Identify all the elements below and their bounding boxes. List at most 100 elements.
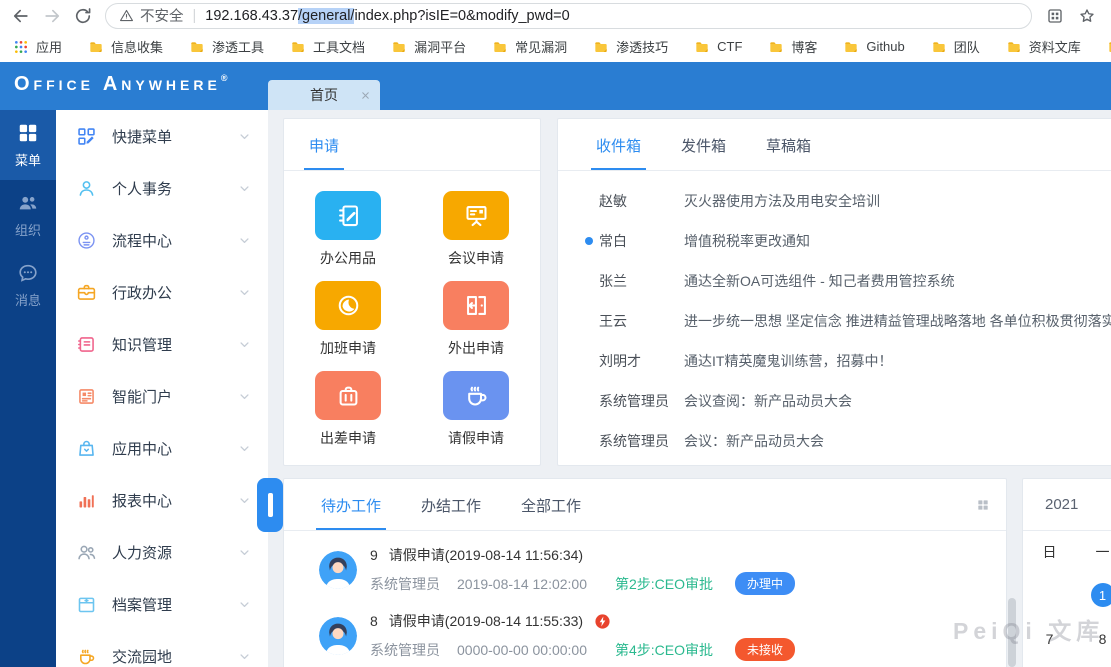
tab-home[interactable]: 首页 bbox=[268, 80, 380, 110]
bookmark-item[interactable]: 渗透工具 bbox=[189, 37, 264, 56]
sidebar-item[interactable]: 应用中心 bbox=[56, 422, 268, 474]
work-item-time: 0000-00-00 00:00:00 bbox=[457, 642, 587, 658]
bookmark-item[interactable]: 团队 bbox=[931, 37, 980, 56]
app-tile-label: 办公用品 bbox=[320, 248, 376, 268]
rail-item-label: 消息 bbox=[15, 290, 41, 309]
work-panel: 待办工作 办结工作 全部工作 9 请假申请(2019-08-14 11:56:34)… bbox=[283, 478, 1007, 667]
sidebar-item-label: 人力资源 bbox=[112, 542, 237, 563]
url-host: 192.168.43.37 bbox=[205, 8, 298, 24]
bookmark-item[interactable]: 网站 bbox=[1107, 37, 1111, 56]
bookmark-item[interactable]: 信息收集 bbox=[88, 37, 163, 56]
mail-list-item[interactable]: 系统管理员 会议：新产品动员大会 bbox=[558, 421, 1111, 461]
tab-apply[interactable]: 申请 bbox=[309, 135, 339, 170]
sidebar-item[interactable]: 行政办公 bbox=[56, 266, 268, 318]
sidebar-item[interactable]: 人力资源 bbox=[56, 526, 268, 578]
bookmark-item[interactable]: CTF bbox=[694, 39, 742, 55]
mail-list-item[interactable]: 系统管理员 会议查阅：新产品动员大会 bbox=[558, 381, 1111, 421]
sidebar-item[interactable]: 智能门户 bbox=[56, 370, 268, 422]
work-tab[interactable]: 办结工作 bbox=[421, 495, 481, 530]
calendar-date[interactable]: 7 bbox=[1023, 617, 1076, 661]
folder-icon bbox=[1107, 39, 1111, 55]
bookmark-item[interactable]: 漏洞平台 bbox=[391, 37, 466, 56]
calendar-today-badge[interactable]: 1 bbox=[1091, 583, 1111, 607]
suitcase-icon bbox=[335, 382, 362, 409]
calendar-year[interactable]: 2021 bbox=[1023, 479, 1111, 531]
calendar-date[interactable]: 8 bbox=[1076, 617, 1111, 661]
bookmark-item[interactable]: 渗透技巧 bbox=[593, 37, 668, 56]
apply-tiles: 办公用品 会议申请 加班申请 外出申请 bbox=[284, 171, 540, 461]
app-tile[interactable]: 出差申请 bbox=[315, 371, 381, 448]
sidebar-item[interactable]: 知识管理 bbox=[56, 318, 268, 370]
work-item-number: 8 bbox=[370, 613, 378, 629]
status-badge: 办理中 bbox=[735, 572, 795, 595]
folder-icon bbox=[492, 39, 508, 55]
bookmark-item[interactable]: 工具文档 bbox=[290, 37, 365, 56]
work-list-item[interactable]: 9 请假申请(2019-08-14 11:56:34) 系统管理员 2019-0… bbox=[284, 537, 1006, 603]
work-tab[interactable]: 全部工作 bbox=[521, 495, 581, 530]
security-label: 不安全 bbox=[140, 5, 184, 26]
reload-icon[interactable] bbox=[73, 6, 93, 26]
rail-item[interactable]: 消息 bbox=[0, 250, 56, 320]
url-path: index.php?isIE=0&modify_pwd=0 bbox=[354, 8, 569, 24]
urgent-icon bbox=[594, 613, 611, 630]
bookmark-label: 资料文库 bbox=[1029, 37, 1081, 56]
chevron-down-icon bbox=[237, 597, 252, 612]
work-list: 9 请假申请(2019-08-14 11:56:34) 系统管理员 2019-0… bbox=[284, 531, 1006, 667]
bookmark-item[interactable]: 应用 bbox=[13, 37, 62, 56]
bookmark-item[interactable]: 资料文库 bbox=[1006, 37, 1081, 56]
bookmark-label: 信息收集 bbox=[111, 37, 163, 56]
portal-content: 申请 办公用品 会议申请 加班申请 bbox=[268, 110, 1111, 667]
bookmarks-bar: 应用 信息收集 渗透工具 工具文档 漏洞平台 常见漏洞 渗透技巧 CTF 博客 bbox=[0, 31, 1111, 62]
sidebar-item[interactable]: 个人事务 bbox=[56, 162, 268, 214]
panel-grid-icon[interactable] bbox=[976, 498, 990, 512]
scrollbar-thumb[interactable] bbox=[1008, 598, 1016, 667]
mail-tab[interactable]: 收件箱 bbox=[596, 135, 641, 170]
app-tile[interactable]: 加班申请 bbox=[315, 281, 381, 358]
bookmark-star-icon[interactable] bbox=[1078, 7, 1096, 25]
warning-icon bbox=[119, 8, 134, 23]
mail-list-item[interactable]: 赵敏 灭火器使用方法及用电安全培训 bbox=[558, 181, 1111, 221]
sidebar-item[interactable]: 流程中心 bbox=[56, 214, 268, 266]
rail-item-label: 组织 bbox=[15, 220, 41, 239]
chevron-down-icon bbox=[237, 337, 252, 352]
app-tile[interactable]: 请假申请 bbox=[443, 371, 509, 448]
mail-list-item[interactable]: 常白 增值税税率更改通知 bbox=[558, 221, 1111, 261]
sidebar-item[interactable]: 快捷菜单 bbox=[56, 110, 268, 162]
sidebar-collapse-handle[interactable] bbox=[257, 478, 283, 532]
bookmark-label: Github bbox=[866, 39, 904, 54]
work-tab[interactable]: 待办工作 bbox=[321, 495, 381, 530]
address-bar[interactable]: 不安全 | 192.168.43.37/general/index.php?is… bbox=[105, 3, 1032, 29]
avatar bbox=[319, 551, 357, 589]
sidebar-item-label: 档案管理 bbox=[112, 594, 237, 615]
mail-subject: 增值税税率更改通知 bbox=[684, 231, 1111, 251]
work-item-title: 请假申请(2019-08-14 11:55:33) bbox=[389, 611, 583, 631]
app-tile[interactable]: 外出申请 bbox=[443, 281, 509, 358]
flow-icon bbox=[76, 230, 97, 251]
bookmark-item[interactable]: 常见漏洞 bbox=[492, 37, 567, 56]
bookmark-label: 博客 bbox=[791, 37, 817, 56]
sidebar-item-label: 快捷菜单 bbox=[112, 126, 237, 147]
mail-list-item[interactable]: 刘明才 通达IT精英魔鬼训练营，招募中！ bbox=[558, 341, 1111, 381]
tab-home-label: 首页 bbox=[310, 85, 338, 105]
work-list-item[interactable]: 8 请假申请(2019-08-14 11:55:33) 系统管理员 0000-0… bbox=[284, 603, 1006, 667]
mail-sender: 常白 bbox=[599, 231, 684, 251]
sidebar-item[interactable]: 报表中心 bbox=[56, 474, 268, 526]
rail-item[interactable]: 菜单 bbox=[0, 110, 56, 180]
forward-icon[interactable] bbox=[42, 6, 62, 26]
extension-grid-icon[interactable] bbox=[1046, 7, 1064, 25]
app-tile[interactable]: 会议申请 bbox=[443, 191, 509, 268]
quick-grid-icon bbox=[76, 126, 97, 147]
tab-close-icon[interactable] bbox=[360, 90, 371, 101]
app-tile[interactable]: 办公用品 bbox=[315, 191, 381, 268]
back-icon[interactable] bbox=[11, 6, 31, 26]
mail-list-item[interactable]: 张兰 通达全新OA可选组件 - 知己者费用管控系统 bbox=[558, 261, 1111, 301]
sidebar-item[interactable]: 交流园地 bbox=[56, 630, 268, 667]
mail-tab[interactable]: 草稿箱 bbox=[766, 135, 811, 170]
mail-tab[interactable]: 发件箱 bbox=[681, 135, 726, 170]
work-item-operator: 系统管理员 bbox=[370, 640, 440, 660]
bookmark-item[interactable]: 博客 bbox=[768, 37, 817, 56]
bookmark-item[interactable]: Github bbox=[843, 39, 904, 55]
mail-list-item[interactable]: 王云 进一步统一思想 坚定信念 推进精益管理战略落地 各单位积极贯彻落实全面 bbox=[558, 301, 1111, 341]
sidebar-item[interactable]: 档案管理 bbox=[56, 578, 268, 630]
rail-item[interactable]: 组织 bbox=[0, 180, 56, 250]
